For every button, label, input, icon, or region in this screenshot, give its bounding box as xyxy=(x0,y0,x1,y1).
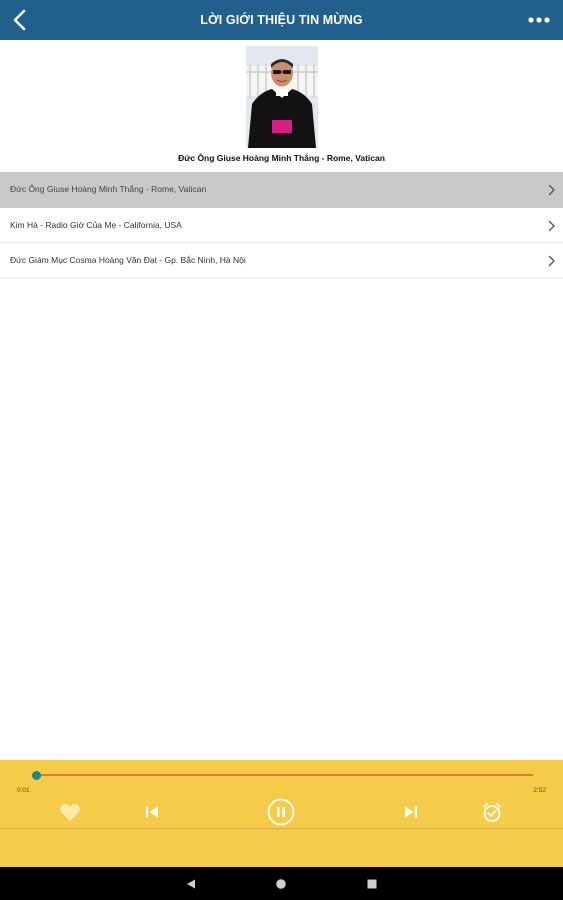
chevron-right-icon xyxy=(548,255,555,267)
system-recents-button[interactable] xyxy=(363,875,381,893)
speaker-list: Đức Ông Giuse Hoàng Minh Thắng - Rome, V… xyxy=(0,172,563,279)
heart-icon xyxy=(60,803,80,822)
more-options-button[interactable] xyxy=(527,10,551,30)
pause-button[interactable] xyxy=(267,798,295,826)
list-item[interactable]: Đức Ông Giuse Hoàng Minh Thắng - Rome, V… xyxy=(0,172,563,208)
skip-previous-icon xyxy=(146,806,158,818)
page-title: LỜI GIỚI THIỆU TIN MỪNG xyxy=(200,13,363,27)
chevron-right-icon xyxy=(548,184,555,196)
list-item[interactable]: Đức Giám Mục Cosma Hoàng Văn Đạt - Gp. B… xyxy=(0,243,563,279)
previous-button[interactable] xyxy=(138,798,166,826)
app-header: LỜI GIỚI THIỆU TIN MỪNG xyxy=(0,0,563,40)
speaker-caption: Đức Ông Giuse Hoàng Minh Thắng - Rome, V… xyxy=(178,153,385,163)
player-divider xyxy=(0,828,563,829)
audio-player: 0:01 2:52 xyxy=(0,760,563,867)
current-time: 0:01 xyxy=(17,787,30,794)
next-button[interactable] xyxy=(397,798,425,826)
progress-thumb[interactable] xyxy=(31,770,41,780)
back-triangle-icon xyxy=(187,879,195,889)
list-item[interactable]: Kim Hà - Radio Giờ Của Mẹ - California, … xyxy=(0,207,563,243)
progress-track[interactable] xyxy=(31,770,533,780)
chevron-left-icon xyxy=(13,9,26,31)
alarm-check-icon xyxy=(483,802,501,822)
sleep-timer-button[interactable] xyxy=(478,798,506,826)
favorite-button[interactable] xyxy=(56,798,84,826)
recents-square-icon xyxy=(367,879,377,889)
total-time: 2:52 xyxy=(533,787,546,794)
skip-next-icon xyxy=(405,806,417,818)
pause-icon xyxy=(267,798,295,826)
list-item-label: Đức Giám Mục Cosma Hoàng Văn Đạt - Gp. B… xyxy=(10,255,246,265)
back-button[interactable] xyxy=(6,6,34,34)
more-horizontal-icon xyxy=(528,17,550,23)
list-item-label: Kim Hà - Radio Giờ Của Mẹ - California, … xyxy=(10,219,182,230)
system-back-button[interactable] xyxy=(182,875,200,893)
system-nav-bar xyxy=(0,867,563,900)
system-home-button[interactable] xyxy=(272,875,290,893)
home-circle-icon xyxy=(276,879,286,889)
featured-speaker: Đức Ông Giuse Hoàng Minh Thắng - Rome, V… xyxy=(0,40,563,172)
chevron-right-icon xyxy=(548,220,555,231)
list-item-label: Đức Ông Giuse Hoàng Minh Thắng - Rome, V… xyxy=(10,184,207,194)
speaker-photo xyxy=(246,46,318,148)
